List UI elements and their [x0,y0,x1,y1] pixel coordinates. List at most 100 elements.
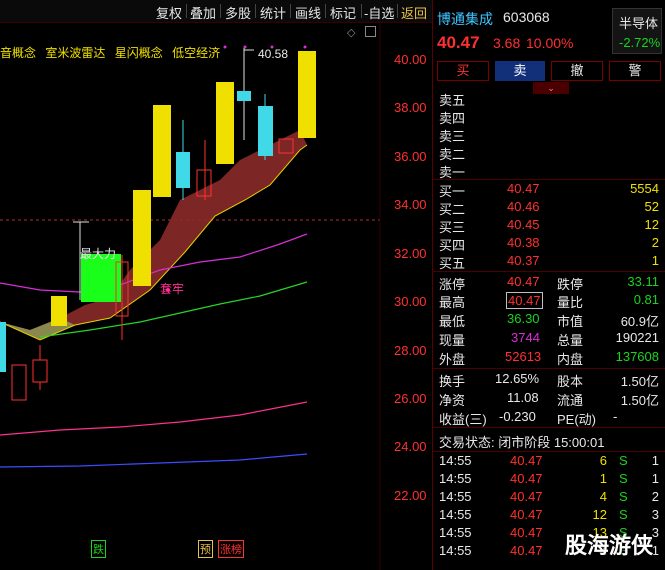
window-toggle-icon[interactable] [365,26,376,37]
concept-tag[interactable]: 低空经济 [172,46,220,60]
quote-panel: 博通集成 603068 半导体 -2.72% 40.47 3.68 10.00%… [433,0,665,570]
tick-time: 14:55 [439,525,472,540]
tick-time: 14:55 [439,543,472,558]
sell-level: 卖二 [439,147,466,162]
buy-level-label: 买四 [439,238,466,253]
buy-level-price: 40.45 [507,217,540,232]
stat-value: 33.11 [627,274,659,289]
expand-chevron-icon[interactable]: ⌄ [533,82,569,94]
buy-level-volume: 52 [644,199,659,214]
tick-count: 1 [651,471,659,486]
y-tick: 28.00 [394,343,427,358]
stat-value: 40.47 [506,292,543,309]
y-tick: 32.00 [394,246,427,261]
tick-count: 1 [651,453,659,468]
sell-level: 卖五 [439,93,466,108]
stat-label: 总量 [557,333,584,348]
concept-tag[interactable]: 音概念 [0,46,36,60]
tick-volume: 6 [599,453,607,468]
stat-label: 收益(三) [439,412,487,427]
buy-level-price: 40.37 [507,253,540,268]
tick-side: S [619,453,628,468]
tick-time: 14:55 [439,471,472,486]
stat-label: 市值 [557,314,584,329]
toolbar-fuquan[interactable]: 复权 [156,3,182,22]
toolbar-mark[interactable]: 标记 [330,3,356,22]
tick-side: S [619,471,628,486]
toolbar-back[interactable]: 返回 [401,3,427,22]
stat-value: 0.81 [633,292,659,307]
buy-level-price: 40.46 [507,199,540,214]
sell-level: 卖四 [439,111,466,126]
toolbar-watchlist[interactable]: -自选 [364,3,394,22]
tick-time: 14:55 [439,489,472,504]
y-tick: 34.00 [394,197,427,212]
stock-name: 博通集成 [437,11,493,27]
cancel-order-button[interactable]: 撤 [551,61,603,81]
stat-label: 换手 [439,374,466,389]
stat-value: 52613 [505,349,542,364]
buy-level-volume: 1 [651,253,659,268]
buy-level-price: 40.47 [507,181,540,196]
tick-time: 14:55 [439,453,472,468]
toolbar-multi-stock[interactable]: 多股 [225,3,251,22]
toolbar-draw-line[interactable]: 画线 [295,3,321,22]
concept-tag[interactable]: 星闪概念 [115,46,163,60]
bottom-mark-fall: 跌 [91,540,106,558]
sell-button[interactable]: 卖 [495,61,545,81]
stat-label: 最低 [439,314,466,329]
buy-level-price: 40.38 [507,235,540,250]
price-change-pct: 10.00% [526,35,574,51]
buy-level-label: 买三 [439,220,466,235]
buy-level-volume: 5554 [630,181,659,196]
stat-label: 现量 [439,333,466,348]
stat-value: 11.08 [507,390,539,405]
stat-label: 量比 [557,295,584,310]
stat-label: 最高 [439,295,466,310]
annotation-mid: 最大力 [80,247,117,261]
tick-price: 40.47 [510,471,543,486]
alert-button[interactable]: 警 [609,61,661,81]
buy-level-volume: 12 [644,217,659,232]
sell-level: 卖三 [439,129,466,144]
buy-level-volume: 2 [651,235,659,250]
y-tick: 30.00 [394,294,427,309]
tick-price: 40.47 [510,507,543,522]
stat-value: - [613,409,618,424]
last-price: 40.47 [437,33,480,52]
watermark: 股海游侠 [564,533,653,558]
bottom-mark-rise-rank: 涨榜 [218,540,244,558]
y-tick: 36.00 [394,149,427,164]
kline-chart[interactable]: 40.00 38.00 36.00 34.00 32.00 30.00 28.0… [0,23,432,570]
y-tick: 24.00 [394,439,427,454]
y-tick: 22.00 [394,488,427,503]
tick-count: 3 [651,507,659,522]
stat-label: 内盘 [557,352,584,367]
diamond-icon[interactable]: ◇ [347,26,355,39]
stock-code: 603068 [503,9,550,25]
tick-price: 40.47 [510,489,543,504]
sector-name: 半导体 [619,16,659,31]
concept-tag[interactable]: 室米波雷达 [45,46,105,60]
tick-volume: 4 [599,489,607,504]
tick-volume: 1 [599,471,607,486]
chart-toolbar: 复权 叠加 多股 统计 画线 标记 -自选 返回 [0,0,432,23]
y-tick: 38.00 [394,100,427,115]
annotation-low: 套牢 [160,282,185,296]
y-tick: 40.00 [394,52,427,67]
stat-value: 1.50亿 [620,374,659,389]
toolbar-stats[interactable]: 统计 [260,3,286,22]
buy-level-label: 买一 [439,184,466,199]
stat-label: 外盘 [439,352,466,367]
tick-volume: 12 [592,507,607,522]
stat-label: 跌停 [557,277,584,292]
stat-value: -0.230 [499,409,536,424]
tick-price: 40.47 [510,543,543,558]
toolbar-overlay[interactable]: 叠加 [190,3,216,22]
tick-time: 14:55 [439,507,472,522]
buy-button[interactable]: 买 [437,61,489,81]
stat-label: 涨停 [439,277,466,292]
trade-status: 交易状态: 闭市阶段 15:00:01 [439,435,605,450]
sector-badge[interactable]: 半导体 -2.72% [612,8,662,54]
stat-value: 190221 [615,330,659,345]
